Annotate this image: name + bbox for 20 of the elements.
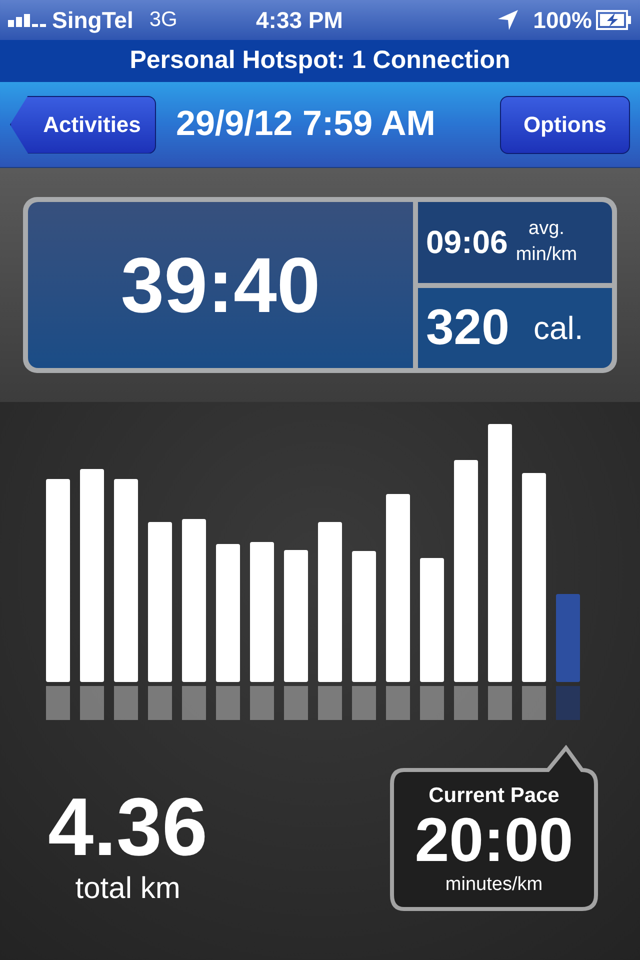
pace-unit-label: min/km bbox=[516, 243, 578, 268]
calories-unit: cal. bbox=[533, 308, 584, 348]
options-button[interactable]: Options bbox=[500, 96, 630, 154]
duration-value: 39:40 bbox=[120, 240, 320, 330]
current-pace-unit: minutes/km bbox=[445, 873, 543, 897]
battery-percent: 100% bbox=[533, 6, 592, 35]
current-pace-value: 20:00 bbox=[414, 809, 574, 873]
battery-charging-icon bbox=[596, 10, 632, 30]
back-button[interactable]: Activities bbox=[10, 96, 156, 154]
average-pace-value: 09:06 bbox=[426, 223, 508, 262]
calories-value: 320 bbox=[426, 298, 510, 358]
carrier-name: SingTel bbox=[52, 6, 134, 35]
activity-date-title: 29/9/12 7:59 AM bbox=[176, 103, 436, 146]
pace-unit-label: avg. bbox=[528, 217, 564, 242]
current-pace-label: Current Pace bbox=[428, 783, 560, 809]
distance-unit: total km bbox=[75, 872, 180, 906]
location-arrow-icon bbox=[497, 9, 520, 31]
clock-time: 4:33 PM bbox=[256, 6, 343, 35]
network-type: 3G bbox=[149, 7, 178, 34]
distance-value: 4.36 bbox=[48, 784, 208, 872]
